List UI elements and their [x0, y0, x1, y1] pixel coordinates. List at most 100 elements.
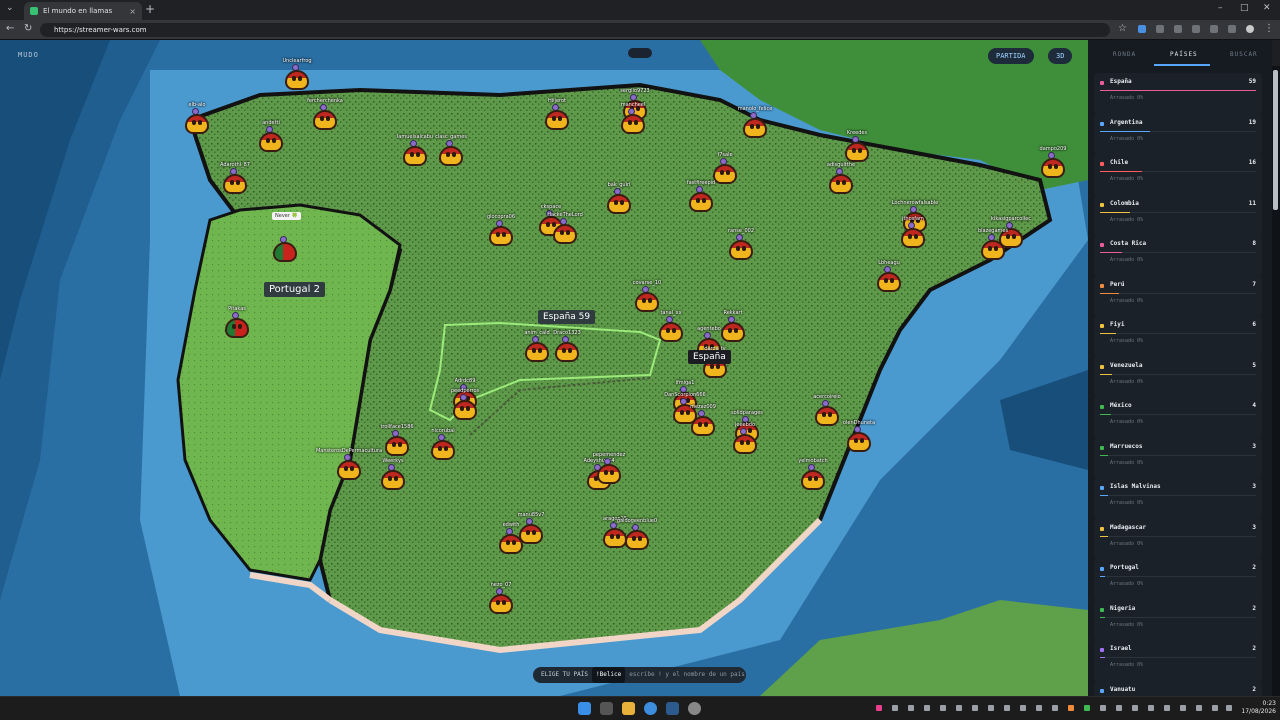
player-llama[interactable] [814, 400, 840, 426]
maximize-icon[interactable]: □ [1240, 3, 1249, 13]
player-llama[interactable] [732, 428, 758, 454]
player-llama[interactable] [742, 112, 768, 138]
tray-icon[interactable] [1164, 705, 1170, 711]
tray-icon[interactable] [940, 705, 946, 711]
player-llama[interactable] [634, 286, 660, 312]
player-llama[interactable] [452, 394, 478, 420]
bookmark-star-icon[interactable]: ☆ [1118, 24, 1127, 34]
reload-icon[interactable]: ↻ [24, 24, 32, 34]
player-llama[interactable] [900, 222, 926, 248]
player-llama[interactable] [728, 234, 754, 260]
player-llama[interactable] [690, 410, 716, 436]
tray-icon[interactable] [1084, 705, 1090, 711]
country-row[interactable]: Venezuela 5 Arrasado 0% [1094, 356, 1262, 397]
player-llama[interactable] [1040, 152, 1066, 178]
player-llama[interactable] [488, 588, 514, 614]
country-row[interactable]: Argentina 19 Arrasado 0% [1094, 113, 1262, 154]
player-llama[interactable] [846, 426, 872, 452]
battery-icon[interactable] [1226, 705, 1232, 711]
tray-icon[interactable] [908, 705, 914, 711]
tab-paises[interactable]: PAÍSES [1170, 51, 1198, 58]
browser-icon[interactable] [644, 702, 657, 715]
country-row[interactable]: Colombia 11 Arrasado 0% [1094, 194, 1262, 235]
player-llama[interactable] [402, 140, 428, 166]
minimize-icon[interactable]: – [1218, 3, 1223, 13]
extension-icon[interactable] [1192, 25, 1200, 33]
country-row[interactable]: Portugal 2 Arrasado 0% [1094, 559, 1262, 600]
country-row[interactable]: Costa Rica 8 Arrasado 0% [1094, 235, 1262, 276]
tray-icon[interactable] [988, 705, 994, 711]
back-icon[interactable]: ← [6, 24, 14, 34]
download-icon[interactable] [1228, 25, 1236, 33]
extension-icon[interactable] [1156, 25, 1164, 33]
player-llama[interactable] [430, 434, 456, 460]
player-llama[interactable] [720, 316, 746, 342]
player-llama[interactable] [312, 104, 338, 130]
player-llama[interactable] [876, 266, 902, 292]
tray-icon[interactable] [956, 705, 962, 711]
player-llama[interactable] [438, 140, 464, 166]
player-llama[interactable] [800, 464, 826, 490]
player-llama[interactable] [488, 220, 514, 246]
country-chooser[interactable]: ELIGE TU PAÍS !Belice escribe ! y el nom… [533, 667, 746, 683]
player-llama[interactable] [606, 188, 632, 214]
country-row[interactable]: Islas Malvinas 3 Arrasado 0% [1094, 478, 1262, 519]
game-map[interactable]: Unclearfrog elb-alo fercherchenka andetti Ad… [0, 40, 1088, 696]
steam-icon[interactable] [666, 702, 679, 715]
country-row[interactable]: Fiyi 6 Arrasado 0% [1094, 316, 1262, 357]
close-window-icon[interactable]: ✕ [1263, 3, 1271, 13]
player-llama[interactable] [258, 126, 284, 152]
profile-avatar[interactable] [1246, 25, 1254, 33]
browser-tab[interactable]: El mundo en llamas × [24, 2, 142, 20]
player-llama[interactable] [284, 64, 310, 90]
tray-icon[interactable] [1100, 705, 1106, 711]
top-handle[interactable] [628, 48, 652, 58]
tray-icon[interactable] [1068, 705, 1074, 711]
tray-icon[interactable] [876, 705, 882, 711]
country-row[interactable]: México 4 Arrasado 0% [1094, 397, 1262, 438]
tray-icon[interactable] [1004, 705, 1010, 711]
player-llama[interactable] [980, 234, 1006, 260]
tray-icon[interactable] [972, 705, 978, 711]
country-row[interactable]: Perú 7 Arrasado 0% [1094, 275, 1262, 316]
player-llama[interactable] [828, 168, 854, 194]
player-llama[interactable] [844, 136, 870, 162]
player-llama[interactable] [272, 236, 298, 262]
url-field[interactable]: https://streamer-wars.com [40, 23, 1110, 37]
browser-menu-icon[interactable]: ⋮ [1264, 24, 1274, 34]
player-llama[interactable] [184, 108, 210, 134]
player-llama[interactable] [524, 336, 550, 362]
tab-close-icon[interactable]: × [129, 7, 136, 16]
new-tab-icon[interactable]: + [145, 3, 155, 15]
player-llama[interactable] [620, 108, 646, 134]
player-llama[interactable] [624, 524, 650, 550]
tab-list-icon[interactable]: ⌄ [6, 3, 14, 13]
extensions-puzzle-icon[interactable] [1210, 25, 1218, 33]
country-row[interactable]: Nigeria 2 Arrasado 0% [1094, 599, 1262, 640]
panel-scroll-thumb[interactable] [1273, 70, 1278, 210]
tray-icon[interactable] [1180, 705, 1186, 711]
extension-icon[interactable] [1174, 25, 1182, 33]
tab-buscar[interactable]: BUSCAR [1230, 51, 1258, 58]
windows-start-icon[interactable] [578, 702, 591, 715]
tray-icon[interactable] [892, 705, 898, 711]
player-llama[interactable] [380, 464, 406, 490]
partida-button[interactable]: PARTIDA [988, 48, 1034, 64]
tray-icon[interactable] [1132, 705, 1138, 711]
tray-icon[interactable] [1148, 705, 1154, 711]
player-llama[interactable] [384, 430, 410, 456]
country-row[interactable]: Madagascar 3 Arrasado 0% [1094, 518, 1262, 559]
search-icon[interactable] [600, 702, 613, 715]
player-llama[interactable] [224, 312, 250, 338]
clock[interactable]: 0:23 17/08/2026 [1236, 700, 1276, 716]
player-llama[interactable] [596, 458, 622, 484]
player-llama[interactable] [222, 168, 248, 194]
tray-icon[interactable] [1020, 705, 1026, 711]
extension-icon[interactable] [1138, 25, 1146, 33]
file-explorer-icon[interactable] [622, 702, 635, 715]
tray-icon[interactable] [1116, 705, 1122, 711]
country-row[interactable]: Marruecos 3 Arrasado 0% [1094, 437, 1262, 478]
view-3d-button[interactable]: 3D [1048, 48, 1073, 64]
tab-ronda[interactable]: RONDA [1113, 51, 1136, 58]
player-llama[interactable] [712, 158, 738, 184]
